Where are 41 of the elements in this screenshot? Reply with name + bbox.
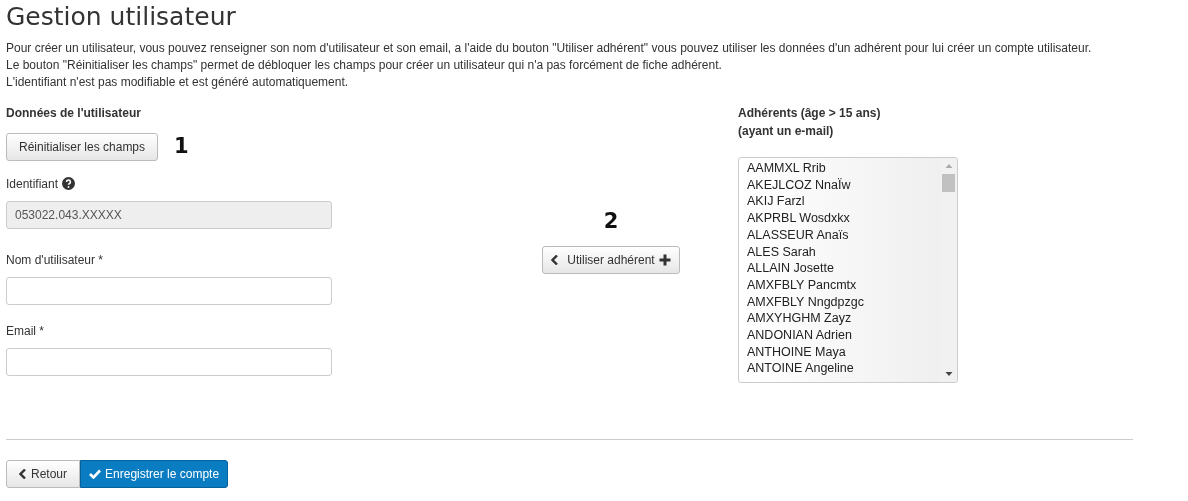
- list-heading: (ayant un e-mail): [738, 123, 835, 140]
- list-item[interactable]: ANTOINE Angeline: [747, 360, 932, 378]
- intro-text: Le bouton "Réinitialiser les champs" permet de débloquer les champs pour créer un utilisateur qui n'a pas forcément de fiche adhérent.: [6, 57, 723, 74]
- field-label: Email *: [6, 322, 44, 340]
- intro-text: L'identifiant n'est pas modifiable et est généré automatiquement.: [6, 74, 350, 91]
- list-item[interactable]: AMXFBLY Nngdpzgc: [747, 293, 932, 311]
- field-label: Nom d'utilisateur *: [6, 251, 103, 269]
- page-title: Gestion utilisateur: [6, 1, 237, 32]
- text-field: 053022.043.XXXXX: [6, 200, 332, 229]
- scrollbar-thumb[interactable]: [942, 174, 955, 192]
- use-member-button[interactable]: Utiliser adhérent: [542, 245, 680, 274]
- list-item[interactable]: AMXYHGHM Zayz: [747, 310, 932, 328]
- text-field[interactable]: [6, 347, 332, 376]
- field-label: Identifiant: [6, 175, 59, 193]
- section-heading: Données de l'utilisateur: [6, 105, 142, 122]
- list-heading: Adhérents (âge > 15 ans): [738, 105, 882, 122]
- reset-button[interactable]: Réinitialiser les champs: [6, 132, 159, 161]
- list-item[interactable]: ALASSEUR Anaïs: [747, 226, 932, 244]
- step-number: 2: [603, 208, 619, 235]
- text-field[interactable]: [6, 276, 332, 305]
- scrollbar[interactable]: [940, 158, 957, 382]
- checkmark-icon: [89, 468, 102, 479]
- chevron-left-icon: [551, 254, 560, 265]
- intro-text: Pour créer un utilisateur, vous pouvez renseigner son nom d'utilisateur et son email, a l'aide du bouton "Utiliser adhérent" vous pouvez utiliser les données d'un adhérent pour lui créer un compte utilisateur.: [6, 40, 1093, 57]
- back-button[interactable]: Retour: [6, 459, 81, 488]
- list-item[interactable]: ANDONIAN Adrien: [747, 327, 932, 344]
- list-item[interactable]: ANTHOINE Maya: [747, 343, 932, 361]
- plus-icon: [658, 253, 671, 266]
- list-item[interactable]: AAMMXL Rrib: [747, 160, 932, 177]
- scroll-up-icon[interactable]: [944, 163, 953, 169]
- step-number: 1: [174, 133, 189, 160]
- list-item[interactable]: AKPRBL Wosdxkx: [747, 210, 932, 227]
- list-item[interactable]: ALES Sarah: [747, 243, 932, 261]
- scroll-down-icon[interactable]: [944, 371, 953, 377]
- list-item[interactable]: AKIJ Farzl: [747, 193, 932, 211]
- list-item[interactable]: ALLAIN Josette: [747, 260, 932, 277]
- list-item[interactable]: AKEJLCOZ NnaÏw: [747, 176, 932, 194]
- member-list[interactable]: AAMMXL Rrib AKEJLCOZ NnaÏw AKIJ Farzl AKPRBL Wosdxkx ALASSEUR Anaïs ALES Sarah ALLAIN Josette AMXFBLY Pancmtx AMXFBLY Nngdpzgc AMXYHGHM Zayz ANDONIAN Adrien ANTHOINE Maya ANTOINE Angeline: [738, 157, 958, 383]
- list-item[interactable]: AMXFBLY Pancmtx: [747, 276, 932, 294]
- chevron-left-icon: [19, 468, 27, 479]
- save-button[interactable]: Enregistrer le compte: [80, 459, 229, 488]
